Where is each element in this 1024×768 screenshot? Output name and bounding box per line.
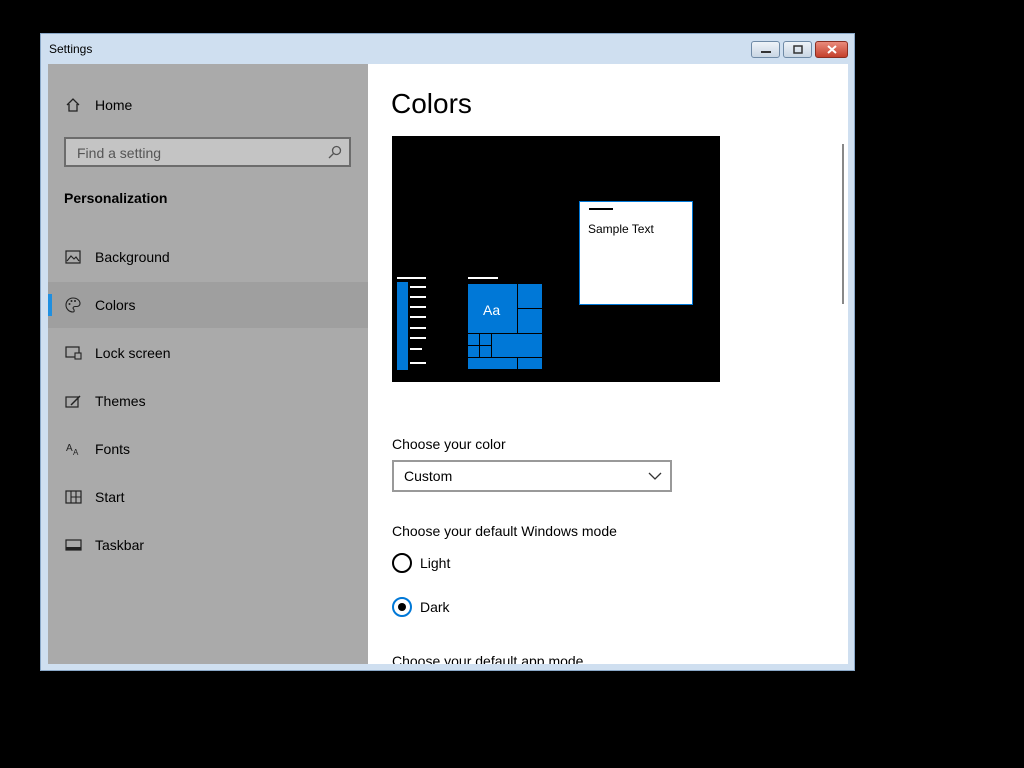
image-icon [64, 248, 82, 266]
radio-light[interactable] [392, 553, 412, 573]
app-mode-label: Choose your default app mode [392, 653, 584, 664]
sidebar-item-label: Start [95, 489, 125, 505]
start-icon [64, 488, 82, 506]
minimize-icon [760, 50, 771, 53]
choose-color-dropdown[interactable]: Custom [392, 460, 672, 492]
maximize-button[interactable] [783, 41, 812, 58]
sidebar-item-themes[interactable]: Themes [48, 378, 368, 424]
sidebar-item-label: Taskbar [95, 537, 145, 553]
radio-light-label[interactable]: Light [420, 555, 450, 571]
preview-tile-text: Aa [483, 302, 501, 318]
settings-window: Settings Home Find a setting Personaliza… [40, 33, 855, 671]
color-preview: Aa Sample Text [392, 136, 720, 382]
sidebar-item-label: Background [95, 249, 170, 265]
window-controls [751, 41, 848, 58]
sidebar-item-taskbar[interactable]: Taskbar [48, 522, 368, 568]
search-icon[interactable] [328, 145, 342, 159]
minimize-button[interactable] [751, 41, 780, 58]
title-bar[interactable]: Settings [41, 34, 854, 64]
sidebar-item-home[interactable]: Home [48, 82, 368, 128]
sidebar-item-background[interactable]: Background [48, 234, 368, 280]
search-input[interactable]: Find a setting [77, 145, 161, 161]
sidebar-item-label: Fonts [95, 441, 131, 457]
page-title: Colors [391, 88, 472, 119]
sidebar-item-fonts[interactable]: AA Fonts [48, 426, 368, 472]
section-title: Personalization [64, 190, 168, 206]
sidebar-item-colors[interactable]: Colors [48, 282, 368, 328]
dropdown-value: Custom [404, 468, 453, 484]
windows-mode-label: Choose your default Windows mode [392, 523, 617, 539]
window-title: Settings [49, 42, 93, 56]
chevron-down-icon [648, 472, 662, 480]
palette-icon [64, 296, 82, 314]
home-icon [64, 96, 82, 114]
fonts-icon: AA [64, 440, 82, 458]
choose-color-label: Choose your color [392, 436, 506, 452]
close-icon [826, 45, 837, 54]
taskbar-icon [64, 536, 82, 554]
close-button[interactable] [815, 41, 848, 58]
sidebar-item-start[interactable]: Start [48, 474, 368, 520]
themes-icon [64, 392, 82, 410]
main-content: Colors Aa Sample Text Choose your color … [368, 64, 848, 664]
sidebar-item-lock-screen[interactable]: Lock screen [48, 330, 368, 376]
sidebar: Home Find a setting Personalization Back… [48, 64, 368, 664]
settings-client: Home Find a setting Personalization Back… [48, 64, 848, 664]
search-box[interactable]: Find a setting [64, 137, 351, 167]
home-label: Home [95, 97, 133, 113]
radio-dark-label[interactable]: Dark [420, 599, 450, 615]
restore-icon [792, 45, 803, 54]
sidebar-item-label: Colors [95, 297, 136, 313]
sample-text: Sample Text [588, 222, 654, 236]
sample-window: Sample Text [579, 201, 693, 305]
scrollbar[interactable] [842, 144, 844, 304]
svg-text:A: A [66, 443, 73, 454]
lock-screen-icon [64, 344, 82, 362]
svg-text:A: A [73, 448, 79, 457]
sidebar-item-label: Themes [95, 393, 146, 409]
sample-window-bar [589, 208, 613, 210]
radio-dark[interactable] [392, 597, 412, 617]
sidebar-item-label: Lock screen [95, 345, 171, 361]
